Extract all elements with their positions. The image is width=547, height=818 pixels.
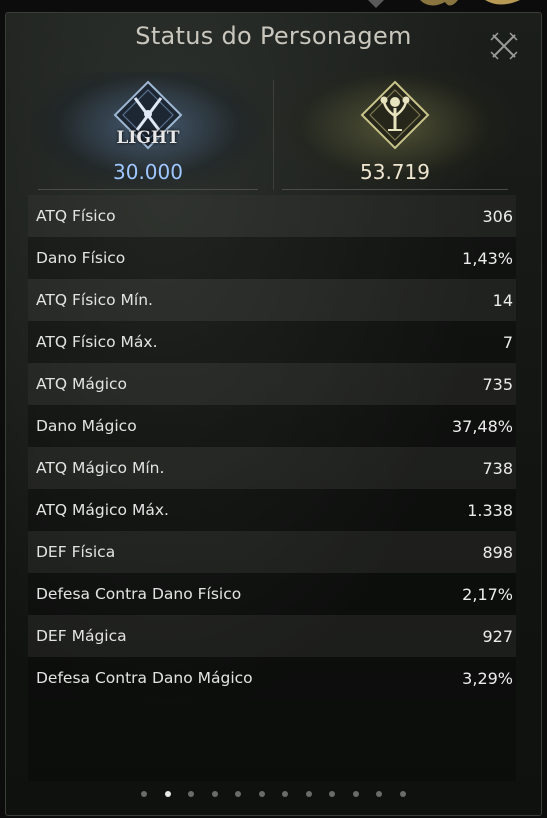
stat-row: ATQ Mágico 735 bbox=[28, 363, 516, 405]
page-dot[interactable] bbox=[164, 791, 171, 797]
stat-label: ATQ Mágico Máx. bbox=[36, 501, 169, 519]
stat-value: 306 bbox=[482, 206, 513, 226]
stats-list: ATQ Físico 306 Dano Físico 1,43% ATQ Físic… bbox=[28, 195, 516, 699]
stat-row: ATQ Físico Mín. 14 bbox=[28, 279, 516, 321]
stat-row: Dano Físico 1,43% bbox=[28, 237, 516, 279]
page-dot[interactable] bbox=[235, 791, 241, 797]
page-dot[interactable] bbox=[399, 791, 406, 797]
tree-icon bbox=[360, 80, 430, 150]
stat-value: 37,48% bbox=[451, 416, 513, 436]
page-dot[interactable] bbox=[258, 791, 265, 797]
stat-row: Defesa Contra Dano Mágico 3,29% bbox=[28, 657, 516, 699]
stat-value: 1,43% bbox=[462, 248, 513, 268]
stat-row: DEF Física 898 bbox=[28, 531, 516, 573]
window-title: Status do Personagem bbox=[135, 22, 412, 50]
stat-row: ATQ Físico Máx. 7 bbox=[28, 321, 516, 363]
stat-value: 1.338 bbox=[467, 500, 513, 520]
page-indicator bbox=[0, 787, 547, 801]
stat-label: Dano Físico bbox=[36, 249, 126, 267]
stat-value: 927 bbox=[482, 626, 513, 646]
page-dot[interactable] bbox=[329, 791, 335, 797]
page-dot[interactable] bbox=[211, 791, 218, 797]
stat-label: DEF Física bbox=[36, 543, 116, 561]
stat-row: Dano Mágico 37,48% bbox=[28, 405, 516, 447]
stat-row: ATQ Físico 306 bbox=[28, 195, 516, 237]
stat-value: 3,29% bbox=[462, 668, 513, 688]
stat-value: 898 bbox=[482, 542, 513, 562]
page-dot[interactable] bbox=[141, 791, 147, 797]
stat-value: 738 bbox=[482, 458, 513, 478]
total-power-block: 53.719 bbox=[274, 72, 516, 192]
stat-label: Dano Mágico bbox=[36, 417, 137, 435]
stat-label: Defesa Contra Dano Físico bbox=[36, 585, 242, 603]
light-power-block: LIGHT 30.000 bbox=[30, 72, 266, 192]
stat-label: ATQ Físico Máx. bbox=[36, 333, 158, 351]
stat-label: DEF Mágica bbox=[36, 627, 127, 645]
total-value: 53.719 bbox=[360, 160, 430, 184]
stat-label: ATQ Físico bbox=[36, 207, 116, 225]
stat-row: Defesa Contra Dano Físico 2,17% bbox=[28, 573, 516, 615]
light-value: 30.000 bbox=[113, 160, 183, 184]
page-dot[interactable] bbox=[352, 791, 359, 797]
light-label: LIGHT bbox=[116, 128, 180, 148]
stat-row: ATQ Mágico Mín. 738 bbox=[28, 447, 516, 489]
stat-label: Defesa Contra Dano Mágico bbox=[36, 669, 253, 687]
page-dot[interactable] bbox=[188, 791, 194, 797]
page-dot[interactable] bbox=[282, 791, 288, 797]
stat-label: ATQ Mágico bbox=[36, 375, 128, 393]
stat-label: ATQ Mágico Mín. bbox=[36, 459, 165, 477]
stat-value: 735 bbox=[482, 374, 513, 394]
empty-list-area bbox=[28, 699, 516, 781]
close-icon[interactable] bbox=[490, 32, 518, 60]
page-dot[interactable] bbox=[305, 791, 312, 797]
stat-value: 7 bbox=[502, 332, 513, 352]
stat-value: 14 bbox=[492, 290, 513, 310]
divider bbox=[38, 189, 258, 190]
stat-row: DEF Mágica 927 bbox=[28, 615, 516, 657]
page-dot[interactable] bbox=[376, 791, 382, 797]
stat-label: ATQ Físico Mín. bbox=[36, 291, 153, 309]
stat-value: 2,17% bbox=[462, 584, 513, 604]
stat-row: ATQ Mágico Máx. 1.338 bbox=[28, 489, 516, 531]
divider bbox=[282, 189, 508, 190]
